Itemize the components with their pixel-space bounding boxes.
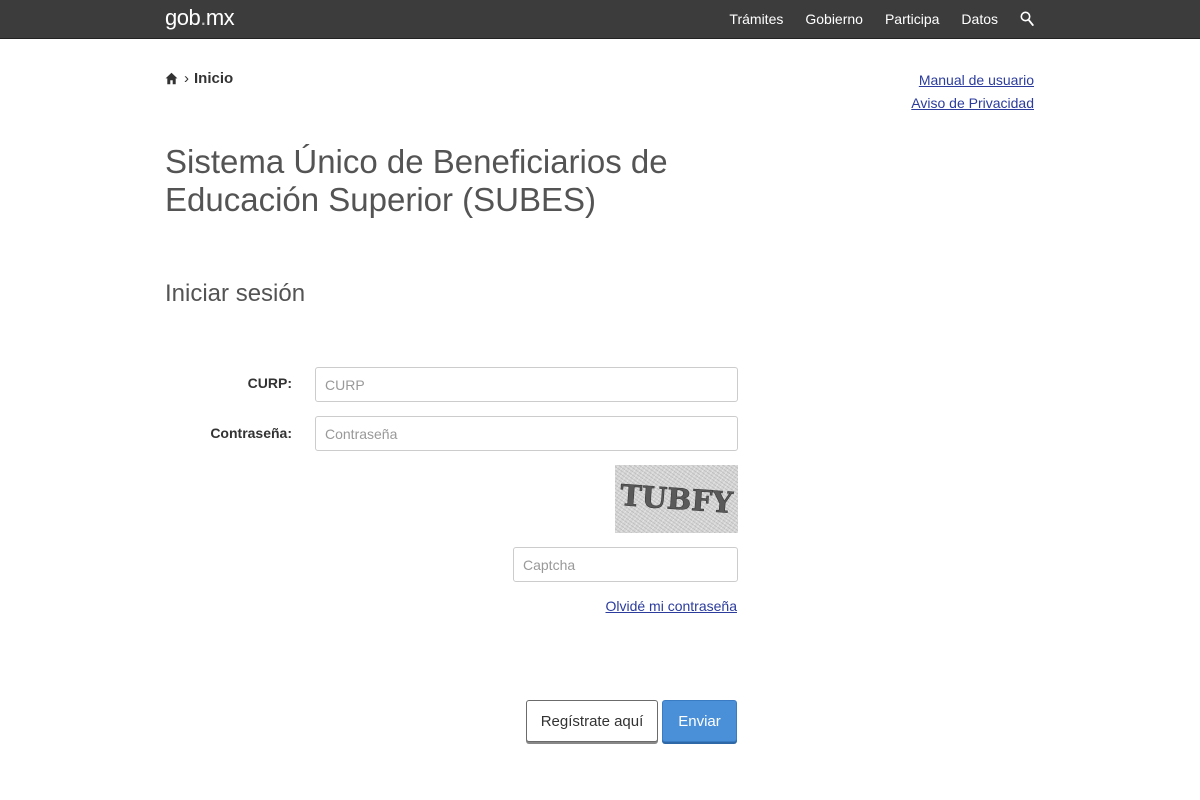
nav-datos[interactable]: Datos [961,11,998,27]
home-icon[interactable] [165,72,178,85]
user-manual-link[interactable]: Manual de usuario [911,69,1034,92]
login-section-title: Iniciar sesión [165,280,306,307]
captcha-image: TUBFY [615,465,738,533]
gob-mx-logo[interactable]: gob.mx [165,5,235,31]
search-icon[interactable] [1020,11,1034,27]
logo-suffix-text: mx [205,5,235,30]
help-links: Manual de usuario Aviso de Privacidad [911,69,1034,115]
nav-gobierno[interactable]: Gobierno [805,11,863,27]
nav-participa[interactable]: Participa [885,11,939,27]
forgot-password-link[interactable]: Olvidé mi contraseña [605,598,737,614]
breadcrumb: › Inicio [165,70,233,87]
top-navigation-bar: gob.mx Trámites Gobierno Participa Datos [0,0,1200,39]
privacy-notice-link[interactable]: Aviso de Privacidad [911,92,1034,115]
password-label: Contraseña: [210,425,292,441]
breadcrumb-current[interactable]: Inicio [194,70,233,87]
register-button[interactable]: Regístrate aquí [526,700,658,742]
submit-button[interactable]: Enviar [662,700,737,742]
nav-tramites[interactable]: Trámites [729,11,783,27]
curp-input[interactable] [315,367,738,402]
main-nav: Trámites Gobierno Participa Datos [707,0,1034,38]
page-title: Sistema Único de Beneficiarios de Educac… [165,143,668,218]
logo-main-text: gob [165,5,201,30]
password-input[interactable] [315,416,738,451]
captcha-image-graphic: TUBFY [619,478,735,520]
curp-label: CURP: [247,375,292,391]
breadcrumb-separator: › [184,70,189,87]
captcha-text: TUBFY [619,478,734,520]
captcha-input[interactable] [513,547,738,582]
